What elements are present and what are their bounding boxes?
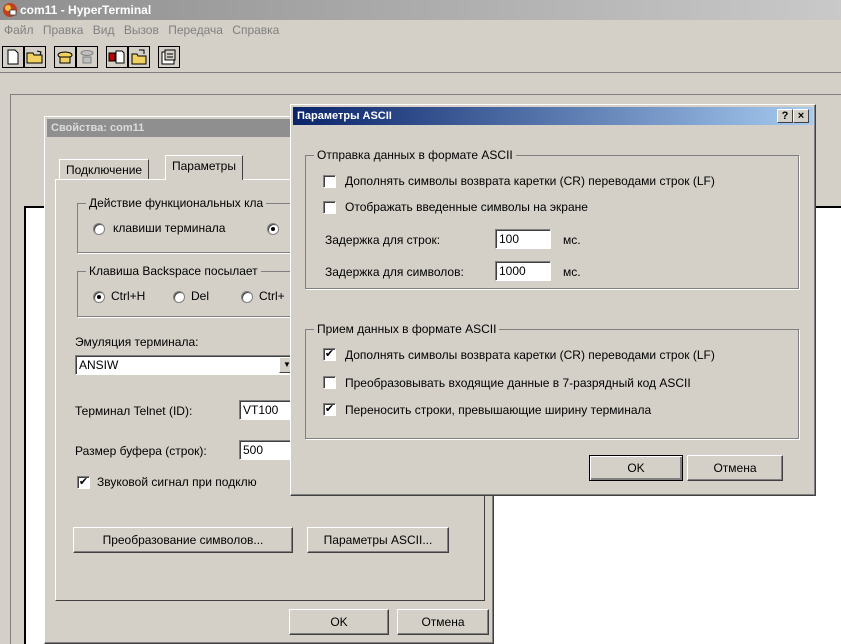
char-conversion-button-label: Преобразование символов... [102,533,264,547]
help-icon[interactable]: ? [777,109,793,123]
ascii-setup-title: Параметры ASCII [297,110,392,122]
char-delay-label: Задержка для символов: [325,265,464,279]
properties-cancel-button[interactable]: Отмена [397,609,489,635]
ascii-setup-button[interactable]: Параметры ASCII... [307,527,449,553]
properties-ok-label: OK [330,615,348,629]
emulation-value: ANSIW [79,358,119,372]
ascii-setup-title-bar: Параметры ASCII [293,107,813,125]
char-delay-value: 1000 [499,264,526,278]
toolbar [0,42,841,72]
echo-checkbox[interactable] [323,201,336,214]
backspace-ctrl-label: Ctrl+ [259,289,285,303]
window-title: com11 - HyperTerminal [20,3,152,17]
window-title-bar: com11 - HyperTerminal [0,0,841,20]
telnet-id-value: VT100 [243,403,279,417]
wrap-lines-label: Переносить строки, превышающие ширину те… [345,403,652,417]
recv-append-lf-label: Дополнять символы возврата каретки (CR) … [345,348,715,362]
beep-label: Звуковой сигнал при подклю [97,475,257,489]
line-delay-value: 100 [499,232,520,246]
close-button-label: × [797,110,805,122]
hyperterminal-app-icon [3,3,17,17]
line-delay-field[interactable]: 100 [495,229,551,249]
windows-keys-radio[interactable] [267,223,279,235]
ascii-ok-button[interactable]: OK [589,455,683,481]
char-delay-unit: мс. [563,265,581,279]
toolbar-separator [0,72,841,73]
backspace-ctrl-h-radio[interactable] [93,291,105,303]
ascii-ok-label: OK [627,461,645,475]
tab-connection-label: Подключение [66,163,143,177]
help-button-label: ? [781,110,789,122]
menu-view[interactable]: Вид [93,23,115,37]
properties-cancel-label: Отмена [421,615,465,629]
ascii-setup-button-label: Параметры ASCII... [323,533,433,547]
tab-connection[interactable]: Подключение [59,159,150,179]
menu-edit[interactable]: Правка [43,23,84,37]
backspace-del-label: Del [191,289,210,303]
buffer-size-value: 500 [243,443,264,457]
buffer-size-label: Размер буфера (строк): [75,444,207,458]
backspace-del-radio[interactable] [173,291,185,303]
menu-transfer[interactable]: Передача [168,23,223,37]
menu-call[interactable]: Вызов [124,23,159,37]
recv-append-lf-mark: ✔ [324,348,335,360]
ascii-receiving-label: Прием данных в формате ASCII [314,322,500,336]
menu-bar: Файл Правка Вид Вызов Передача Справка [0,20,841,40]
ascii-sending-label: Отправка данных в формате ASCII [314,148,516,162]
phone-disconnect-icon[interactable] [76,46,98,68]
line-delay-label: Задержка для строк: [325,233,441,247]
ascii-cancel-label: Отмена [713,461,757,475]
properties-dialog-title: Свойства: com11 [51,122,145,134]
send-append-lf-checkbox[interactable] [323,175,336,188]
terminal-keys-radio[interactable] [93,223,105,235]
echo-label: Отображать введенные символы на экране [345,200,588,214]
beep-checkbox[interactable]: ✔ [77,476,90,489]
emulation-select[interactable]: ANSIW [75,355,297,375]
backspace-label: Клавиша Backspace посылает [86,264,261,278]
ascii-setup-dialog: Параметры ASCII ? × Отправка данных в фо… [290,104,816,496]
backspace-ctrl-radio[interactable] [241,291,253,303]
telnet-id-label: Терминал Telnet (ID): [75,404,193,418]
send-file-icon[interactable] [106,46,128,68]
line-delay-unit: мс. [563,233,581,247]
properties-ok-button[interactable]: OK [289,609,389,635]
wrap-lines-mark: ✔ [324,403,335,415]
function-keys-label: Действие функциональных кла [86,196,267,210]
receive-file-icon[interactable] [128,46,150,68]
new-file-icon[interactable] [2,46,24,68]
properties-icon[interactable] [158,46,180,68]
char-conversion-button[interactable]: Преобразование символов... [73,527,293,553]
wrap-lines-checkbox[interactable]: ✔ [323,403,336,416]
close-icon[interactable]: × [793,109,809,123]
phone-connect-icon[interactable] [54,46,76,68]
force-7bit-label: Преобразовывать входящие данные в 7-разр… [345,376,691,390]
recv-append-lf-checkbox[interactable]: ✔ [323,348,336,361]
tab-settings-label: Параметры [172,159,236,173]
menu-help[interactable]: Справка [232,23,279,37]
ascii-cancel-button[interactable]: Отмена [687,455,783,481]
backspace-ctrl-h-label: Ctrl+H [111,289,146,303]
menu-file[interactable]: Файл [4,23,34,37]
terminal-keys-label: клавиши терминала [113,221,226,235]
force-7bit-checkbox[interactable] [323,376,336,389]
beep-check-mark: ✔ [78,476,89,488]
char-delay-field[interactable]: 1000 [495,261,551,281]
tab-settings[interactable]: Параметры [165,155,243,180]
emulation-label: Эмуляция терминала: [75,335,199,349]
send-append-lf-label: Дополнять символы возврата каретки (CR) … [345,174,715,188]
open-folder-icon[interactable] [24,46,46,68]
